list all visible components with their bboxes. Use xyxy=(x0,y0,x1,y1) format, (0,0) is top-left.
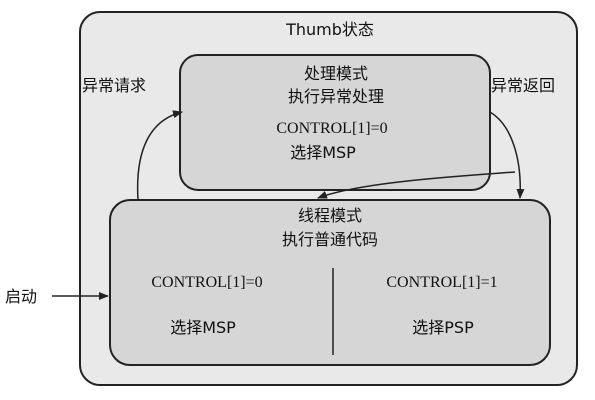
startup-label: 启动 xyxy=(5,287,38,306)
exception-return-label: 异常返回 xyxy=(491,76,556,95)
thumb-state-title: Thumb状态 xyxy=(286,20,374,39)
handler-mode-title: 处理模式 xyxy=(303,64,369,83)
thread-left-control: CONTROL[1]=0 xyxy=(151,274,263,291)
handler-mode-control: CONTROL[1]=0 xyxy=(276,120,388,137)
thread-right-stack: 选择PSP xyxy=(412,318,474,337)
handler-mode-stack: 选择MSP xyxy=(290,143,356,162)
state-diagram xyxy=(52,11,578,386)
thread-right-control: CONTROL[1]=1 xyxy=(386,274,498,291)
exception-request-label: 异常请求 xyxy=(82,76,147,95)
thread-left-stack: 选择MSP xyxy=(170,318,236,337)
thread-mode-subtitle: 执行普通代码 xyxy=(281,230,379,249)
thread-mode-title: 线程模式 xyxy=(297,206,363,225)
handler-mode-subtitle: 执行异常处理 xyxy=(287,87,385,106)
